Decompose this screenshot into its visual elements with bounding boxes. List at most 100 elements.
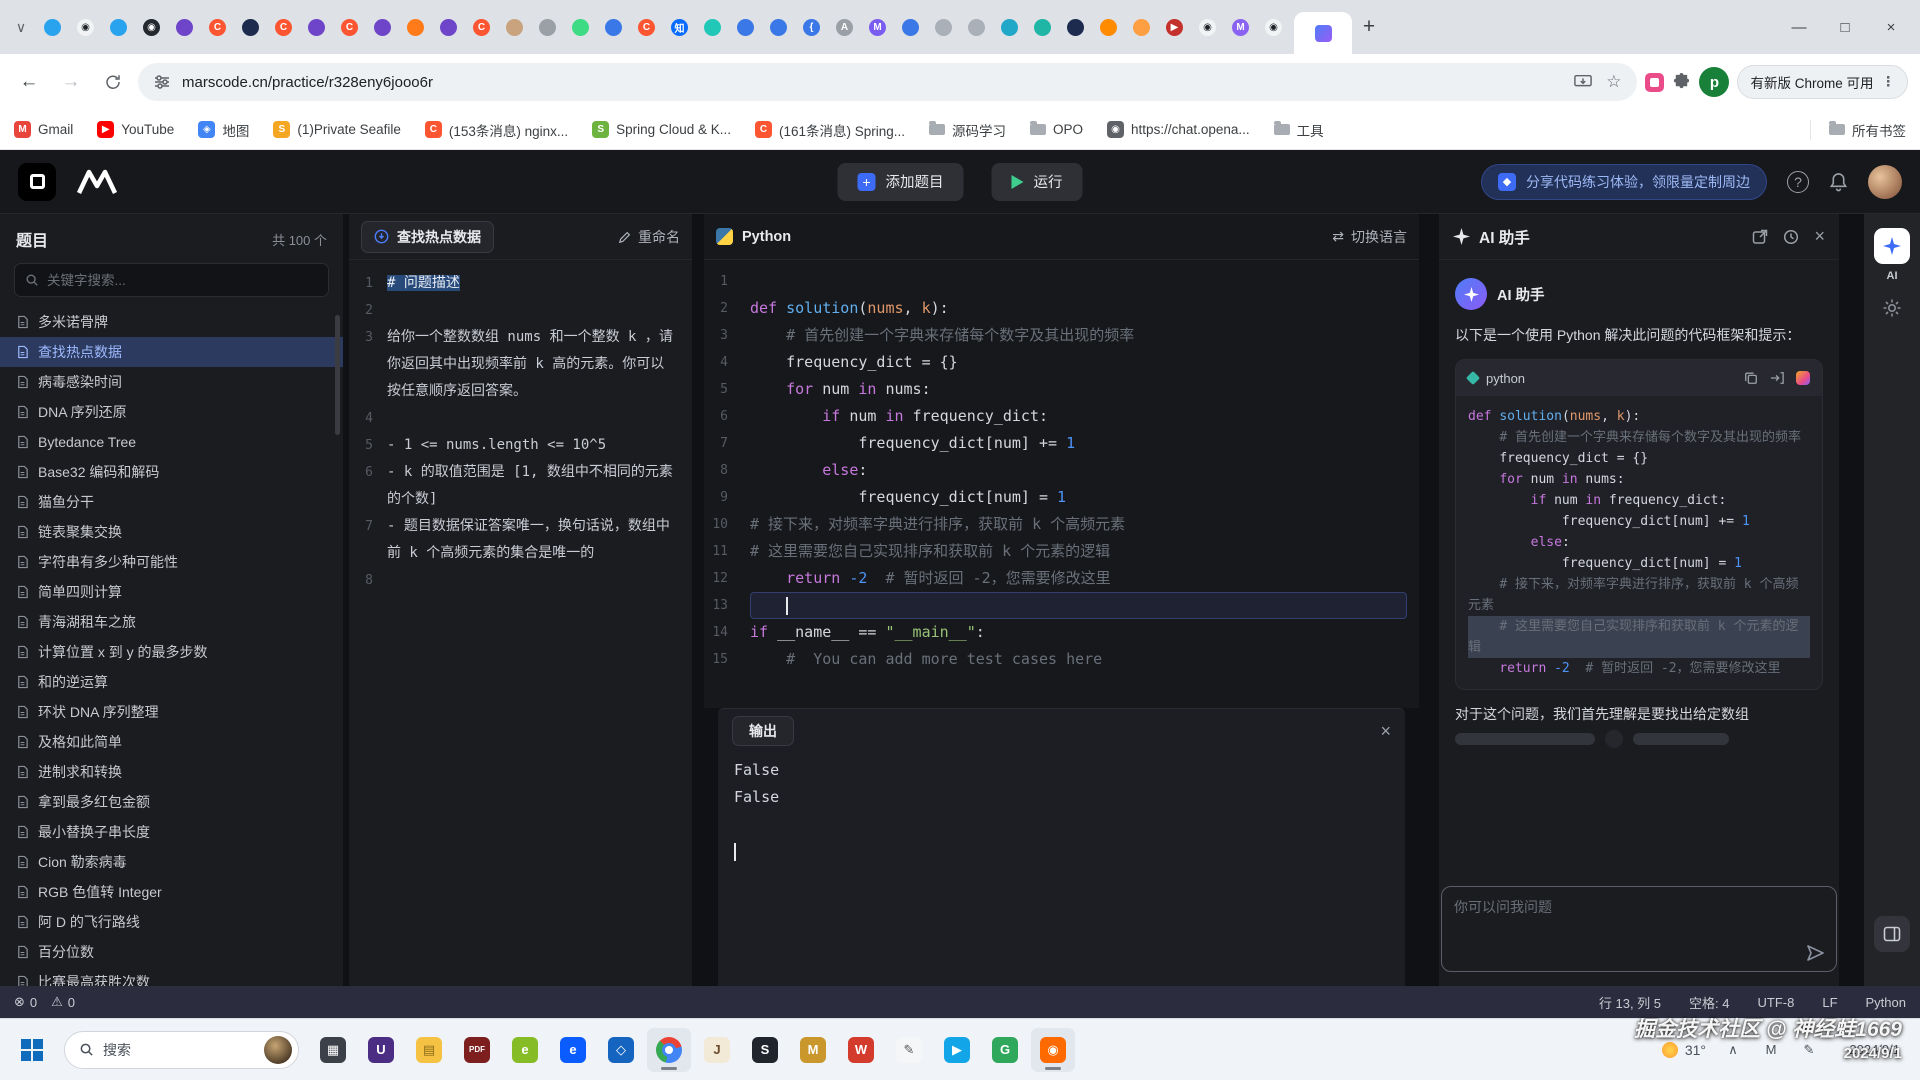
ai-close-icon[interactable]: × [1814, 226, 1825, 247]
sidebar-item[interactable]: 字符串有多少种可能性 [0, 547, 343, 577]
ai-chat-input[interactable] [1441, 886, 1837, 972]
status-item[interactable]: Python [1866, 993, 1906, 1012]
sidebar-item[interactable]: Cion 勒索病毒 [0, 847, 343, 877]
tab-favicon[interactable] [770, 19, 787, 36]
errors-indicator[interactable]: ⊗ 0 [14, 994, 37, 1010]
run-button[interactable]: 运行 [992, 163, 1083, 201]
tab-favicon[interactable] [176, 19, 193, 36]
tab-favicon[interactable] [440, 19, 457, 36]
history-icon[interactable] [1783, 229, 1799, 245]
weather-widget[interactable]: 31° [1662, 1042, 1706, 1058]
switch-language-button[interactable]: ⇄ 切换语言 [1332, 227, 1407, 247]
status-item[interactable]: LF [1822, 993, 1837, 1012]
pen-icon[interactable]: ✎ [1798, 1039, 1820, 1061]
tab-favicon[interactable]: C [473, 19, 490, 36]
marscode-logo-icon[interactable] [76, 169, 118, 195]
start-button[interactable] [10, 1028, 54, 1072]
tab-favicon[interactable]: C [638, 19, 655, 36]
tab-favicon[interactable]: { [803, 19, 820, 36]
tab-favicon[interactable]: A [836, 19, 853, 36]
tab-favicon[interactable] [539, 19, 556, 36]
bookmark-item[interactable]: C(161条消息) Spring... [755, 120, 905, 140]
sidebar-item[interactable]: 查找热点数据 [0, 337, 343, 367]
bookmark-item[interactable]: 源码学习 [929, 120, 1006, 140]
tab-search-button[interactable]: ∨ [6, 12, 36, 42]
status-item[interactable]: 空格: 4 [1689, 993, 1729, 1012]
output-tab[interactable]: 输出 [732, 716, 794, 746]
tab-favicon[interactable] [1067, 19, 1084, 36]
sidebar-item[interactable]: 多米诺骨牌 [0, 307, 343, 337]
taskbar-app-icon[interactable]: ▶ [935, 1028, 979, 1072]
tab-favicon[interactable]: M [1232, 19, 1249, 36]
ai-extension-icon[interactable] [1874, 228, 1910, 264]
search-input[interactable] [47, 273, 318, 288]
taskbar-app-icon[interactable]: J [695, 1028, 739, 1072]
sidebar-item[interactable]: 环状 DNA 序列整理 [0, 697, 343, 727]
bookmark-star-icon[interactable]: ☆ [1606, 72, 1621, 92]
taskbar-app-icon[interactable]: ◉ [1031, 1028, 1075, 1072]
taskbar-app-icon[interactable]: PDF [455, 1028, 499, 1072]
taskbar-app-icon[interactable]: ✎ [887, 1028, 931, 1072]
sidebar-item[interactable]: 病毒感染时间 [0, 367, 343, 397]
taskbar-app-icon[interactable]: U [359, 1028, 403, 1072]
sidebar-scrollbar[interactable] [335, 315, 340, 435]
tab-favicon[interactable] [242, 19, 259, 36]
bookmark-item[interactable]: S(1)Private Seafile [273, 121, 401, 138]
notification-bell-icon[interactable] [1829, 172, 1848, 192]
tray-chevron-icon[interactable]: ∧ [1722, 1039, 1744, 1061]
sidebar-item[interactable]: Bytedance Tree [0, 427, 343, 457]
sidebar-item[interactable]: 进制求和转换 [0, 757, 343, 787]
insert-code-icon[interactable] [1770, 371, 1784, 385]
rename-button[interactable]: 重命名 [618, 227, 680, 247]
bookmark-item[interactable]: ◈地图 [198, 120, 249, 140]
tab-favicon[interactable]: ◉ [143, 19, 160, 36]
tab-favicon[interactable] [1001, 19, 1018, 36]
tab-favicon[interactable]: C [275, 19, 292, 36]
sidebar-item[interactable]: DNA 序列还原 [0, 397, 343, 427]
problem-body[interactable]: 1# 问题描述23给你一个整数数组 nums 和一个整数 k ，请你返回其中出现… [349, 260, 692, 604]
sidebar-item[interactable]: 猫鱼分干 [0, 487, 343, 517]
taskbar-app-icon[interactable]: S [743, 1028, 787, 1072]
taskbar-app-icon[interactable]: e [503, 1028, 547, 1072]
taskbar-app-icon[interactable]: W [839, 1028, 883, 1072]
ime-icon[interactable]: M [1760, 1039, 1782, 1061]
tab-favicon[interactable] [902, 19, 919, 36]
tab-favicon[interactable] [935, 19, 952, 36]
sidebar-item[interactable]: 拿到最多红包金额 [0, 787, 343, 817]
tab-favicon[interactable]: 知 [671, 19, 688, 36]
sidebar-search[interactable] [14, 263, 329, 297]
warnings-indicator[interactable]: ⚠ 0 [51, 994, 75, 1010]
send-icon[interactable] [1806, 944, 1824, 962]
collapse-panel-button[interactable] [1874, 916, 1910, 952]
taskbar-app-icon[interactable]: e [551, 1028, 595, 1072]
tab-favicon[interactable] [308, 19, 325, 36]
ai-magic-icon[interactable] [1796, 371, 1810, 385]
tab-favicon[interactable] [968, 19, 985, 36]
bookmark-item[interactable]: SSpring Cloud & K... [592, 121, 731, 138]
ai-code-body[interactable]: def solution(nums, k): # 首先创建一个字典来存储每个数字… [1456, 396, 1822, 689]
tab-favicon[interactable]: C [341, 19, 358, 36]
tab-favicon[interactable]: C [209, 19, 226, 36]
address-bar[interactable]: marscode.cn/practice/r328eny6jooo6r ☆ [138, 63, 1637, 101]
tab-favicon[interactable] [44, 19, 61, 36]
tab-favicon[interactable]: ◉ [1199, 19, 1216, 36]
tab-favicon[interactable]: M [869, 19, 886, 36]
tab-favicon[interactable] [605, 19, 622, 36]
tab-favicon[interactable] [110, 19, 127, 36]
tab-favicon[interactable]: ◉ [77, 19, 94, 36]
taskbar-app-icon[interactable]: ▦ [311, 1028, 355, 1072]
help-icon[interactable]: ? [1787, 171, 1809, 193]
sidebar-item[interactable]: 最小替换子串长度 [0, 817, 343, 847]
taskbar-search[interactable]: 搜索 [64, 1031, 299, 1069]
sidebar-item[interactable]: 及格如此简单 [0, 727, 343, 757]
minimize-button[interactable]: — [1776, 7, 1822, 47]
extension-icon[interactable] [1645, 73, 1664, 92]
forward-button[interactable]: → [54, 65, 88, 99]
sidebar-item[interactable]: 简单四则计算 [0, 577, 343, 607]
sidebar-item[interactable]: 链表聚集交换 [0, 517, 343, 547]
install-icon[interactable] [1574, 74, 1592, 90]
code-area[interactable]: 12def solution(nums, k):3 # 首先创建一个字典来存储每… [704, 260, 1419, 681]
tab-favicon[interactable] [572, 19, 589, 36]
tab-favicon[interactable]: ◉ [1265, 19, 1282, 36]
sidebar-item[interactable]: 比赛最高获胜次数 [0, 967, 343, 986]
